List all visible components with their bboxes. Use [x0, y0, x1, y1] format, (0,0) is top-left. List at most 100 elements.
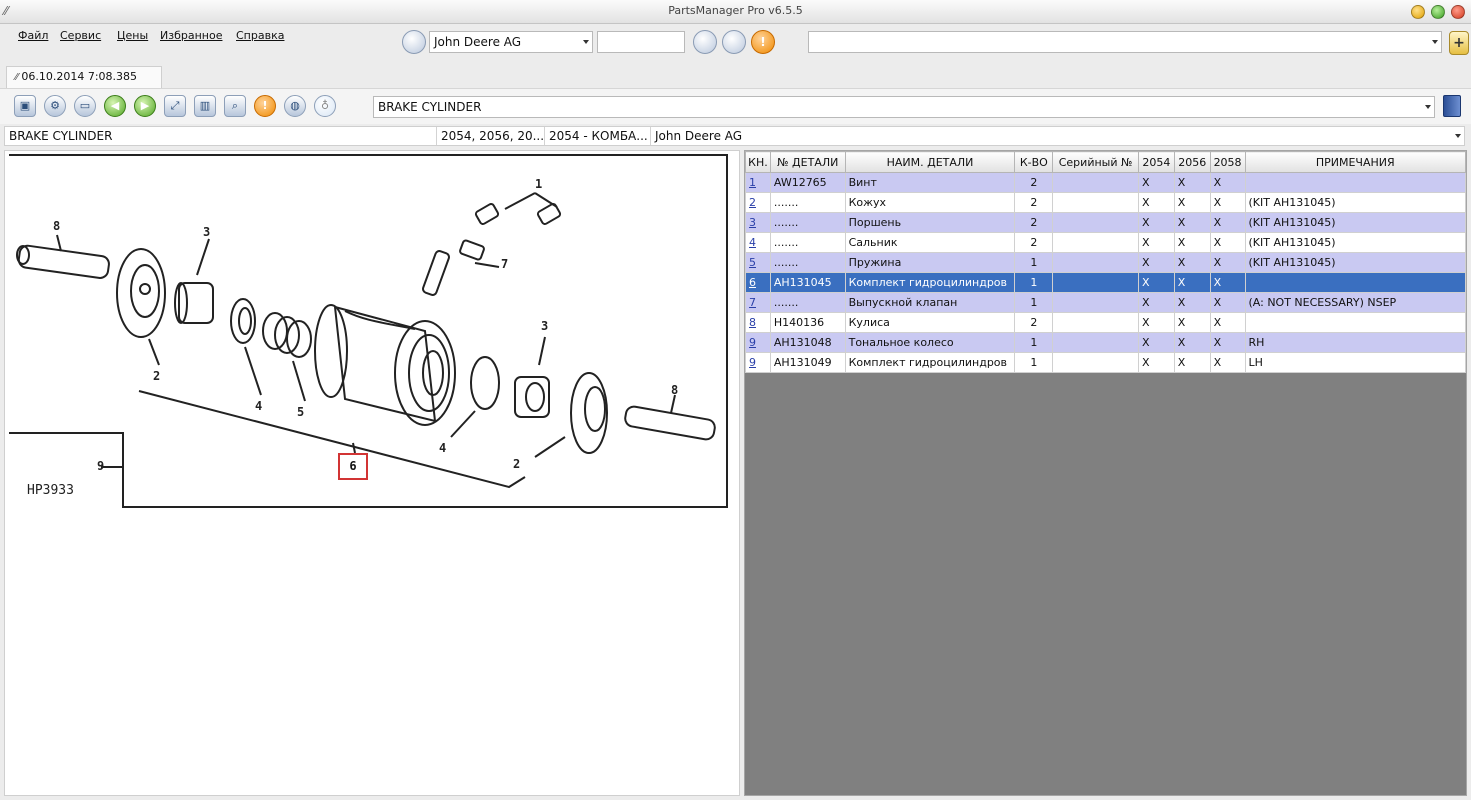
table-row[interactable]: 9 AH131048 Тональное колесо 1 X X X RH [745, 332, 1466, 353]
split-view-icon[interactable]: ▥ [194, 95, 216, 117]
manufacturer-select[interactable]: John Deere AG [429, 31, 593, 53]
row-2058: X [1209, 192, 1246, 213]
row-kn-link[interactable]: 1 [745, 172, 771, 193]
header-2054[interactable]: 2054 [1137, 151, 1175, 173]
row-part-number: AH131048 [769, 332, 846, 353]
header-part-number[interactable]: № ДЕТАЛИ [769, 151, 846, 173]
row-part-number: H140136 [769, 312, 846, 333]
row-notes: (KIT AH131045) [1244, 252, 1466, 273]
globe-icon[interactable]: ◍ [284, 95, 306, 117]
warning-icon[interactable]: ! [751, 30, 775, 54]
table-row[interactable]: 5....... Пружина 1 X X X (KIT AH131045) [745, 252, 1466, 273]
row-kn-link[interactable]: 5 [745, 252, 771, 273]
minimize-button[interactable] [1411, 5, 1425, 19]
row-kn-link[interactable]: 9 [745, 352, 771, 373]
row-part-name: Тональное колесо [844, 332, 1016, 353]
row-2054: X [1137, 312, 1175, 333]
table-row[interactable]: 2....... Кожух 2 X X X (KIT AH131045) [745, 192, 1466, 213]
header-kn[interactable]: КН. [745, 151, 771, 173]
row-notes: (KIT AH131045) [1244, 192, 1466, 213]
row-2056: X [1173, 252, 1211, 273]
close-button[interactable] [1451, 5, 1465, 19]
table-row[interactable]: 1 AW12765 Винт 2 X X X [745, 172, 1466, 193]
row-kn-link[interactable]: 2 [745, 192, 771, 213]
exploded-diagram[interactable]: 1 2 2 3 3 4 4 5 7 8 8 9 6 HP3933 [4, 150, 740, 796]
add-favorite-button[interactable]: + [1449, 31, 1469, 55]
info-title: BRAKE CYLINDER [5, 127, 437, 145]
row-kn-link[interactable]: 4 [745, 232, 771, 253]
chevron-down-icon [1432, 40, 1438, 44]
menu-service[interactable]: Сервис [60, 29, 101, 42]
warning-icon[interactable]: ! [254, 95, 276, 117]
header-part-name[interactable]: НАИМ. ДЕТАЛИ [844, 151, 1016, 173]
row-serial [1052, 192, 1139, 213]
menu-file[interactable]: Файл [18, 29, 48, 42]
header-quantity[interactable]: К-ВО [1014, 151, 1054, 173]
header-2058[interactable]: 2058 [1209, 151, 1246, 173]
callout-7[interactable]: 7 [501, 257, 508, 271]
callout-8-right[interactable]: 8 [671, 383, 678, 397]
row-part-name: Выпускной клапан [844, 292, 1016, 313]
catalog-icon[interactable] [402, 30, 426, 54]
table-row[interactable]: 4....... Сальник 2 X X X (KIT AH131045) [745, 232, 1466, 253]
callout-2-left[interactable]: 2 [153, 369, 160, 383]
row-quantity: 2 [1014, 232, 1054, 253]
callout-1[interactable]: 1 [535, 177, 542, 191]
bulb-icon[interactable]: ♁ [314, 95, 336, 117]
settings-icon[interactable]: ⚙ [44, 95, 66, 117]
header-serial[interactable]: Серийный № [1052, 151, 1139, 173]
back-arrow-icon[interactable]: ◀ [104, 95, 126, 117]
row-serial [1052, 212, 1139, 233]
row-kn-link[interactable]: 9 [745, 332, 771, 353]
callout-5[interactable]: 5 [297, 405, 304, 419]
info-dropdown[interactable] [1446, 127, 1464, 145]
row-2056: X [1173, 272, 1211, 293]
table-row[interactable]: 9 AH131049 Комплект гидроцилиндров 1 X X X LH [745, 352, 1466, 373]
chevron-down-icon [1455, 134, 1461, 138]
forward-arrow-icon[interactable]: ▶ [134, 95, 156, 117]
row-2058: X [1209, 172, 1246, 193]
row-2054: X [1137, 352, 1175, 373]
callout-4-right[interactable]: 4 [439, 441, 446, 455]
row-kn-link[interactable]: 6 [745, 272, 771, 293]
header-notes[interactable]: ПРИМЕЧАНИЯ [1244, 151, 1466, 173]
menu-favorites[interactable]: Избранное [160, 29, 222, 42]
row-2058: X [1209, 272, 1246, 293]
zoom-icon[interactable] [722, 30, 746, 54]
menu-prices[interactable]: Цены [117, 29, 148, 42]
row-serial [1052, 332, 1139, 353]
table-row[interactable]: 8 H140136 Кулиса 2 X X X [745, 312, 1466, 333]
row-part-number: ....... [769, 232, 846, 253]
callout-6-selected[interactable]: 6 [338, 453, 368, 480]
table-row[interactable]: 6 AH131045 Комплект гидроцилиндров 1 X X X [745, 272, 1466, 293]
search-icon[interactable] [693, 30, 717, 54]
row-kn-link[interactable]: 7 [745, 292, 771, 313]
book-icon[interactable] [1443, 95, 1461, 117]
callout-9[interactable]: 9 [97, 459, 104, 473]
row-kn-link[interactable]: 8 [745, 312, 771, 333]
callout-3-right[interactable]: 3 [541, 319, 548, 333]
callout-4-left[interactable]: 4 [255, 399, 262, 413]
maximize-button[interactable] [1431, 5, 1445, 19]
window-title: PartsManager Pro v6.5.5 [668, 4, 803, 17]
save-icon[interactable]: ▣ [14, 95, 36, 117]
address-select[interactable] [808, 31, 1442, 53]
callout-2-right[interactable]: 2 [513, 457, 520, 471]
menu-help[interactable]: Справка [236, 29, 284, 42]
row-kn-link[interactable]: 3 [745, 212, 771, 233]
table-row[interactable]: 3....... Поршень 2 X X X (KIT AH131045) [745, 212, 1466, 233]
callout-8-left[interactable]: 8 [53, 219, 60, 233]
row-part-name: Сальник [844, 232, 1016, 253]
info-manufacturer: John Deere AG [655, 129, 743, 143]
section-title-select[interactable]: BRAKE CYLINDER [373, 96, 1435, 118]
tab-session[interactable]: ⁄⁄ 06.10.2014 7:08.385 [6, 66, 162, 88]
fullscreen-icon[interactable]: ⤢ [164, 95, 186, 117]
table-row[interactable]: 7....... Выпускной клапан 1 X X X (A: NOT NECE… [745, 292, 1466, 313]
zoom-icon[interactable]: ⌕ [224, 95, 246, 117]
print-icon[interactable]: ▭ [74, 95, 96, 117]
row-2056: X [1173, 172, 1211, 193]
callout-3-left[interactable]: 3 [203, 225, 210, 239]
search-input[interactable] [597, 31, 685, 53]
row-part-name: Кулиса [844, 312, 1016, 333]
header-2056[interactable]: 2056 [1173, 151, 1211, 173]
